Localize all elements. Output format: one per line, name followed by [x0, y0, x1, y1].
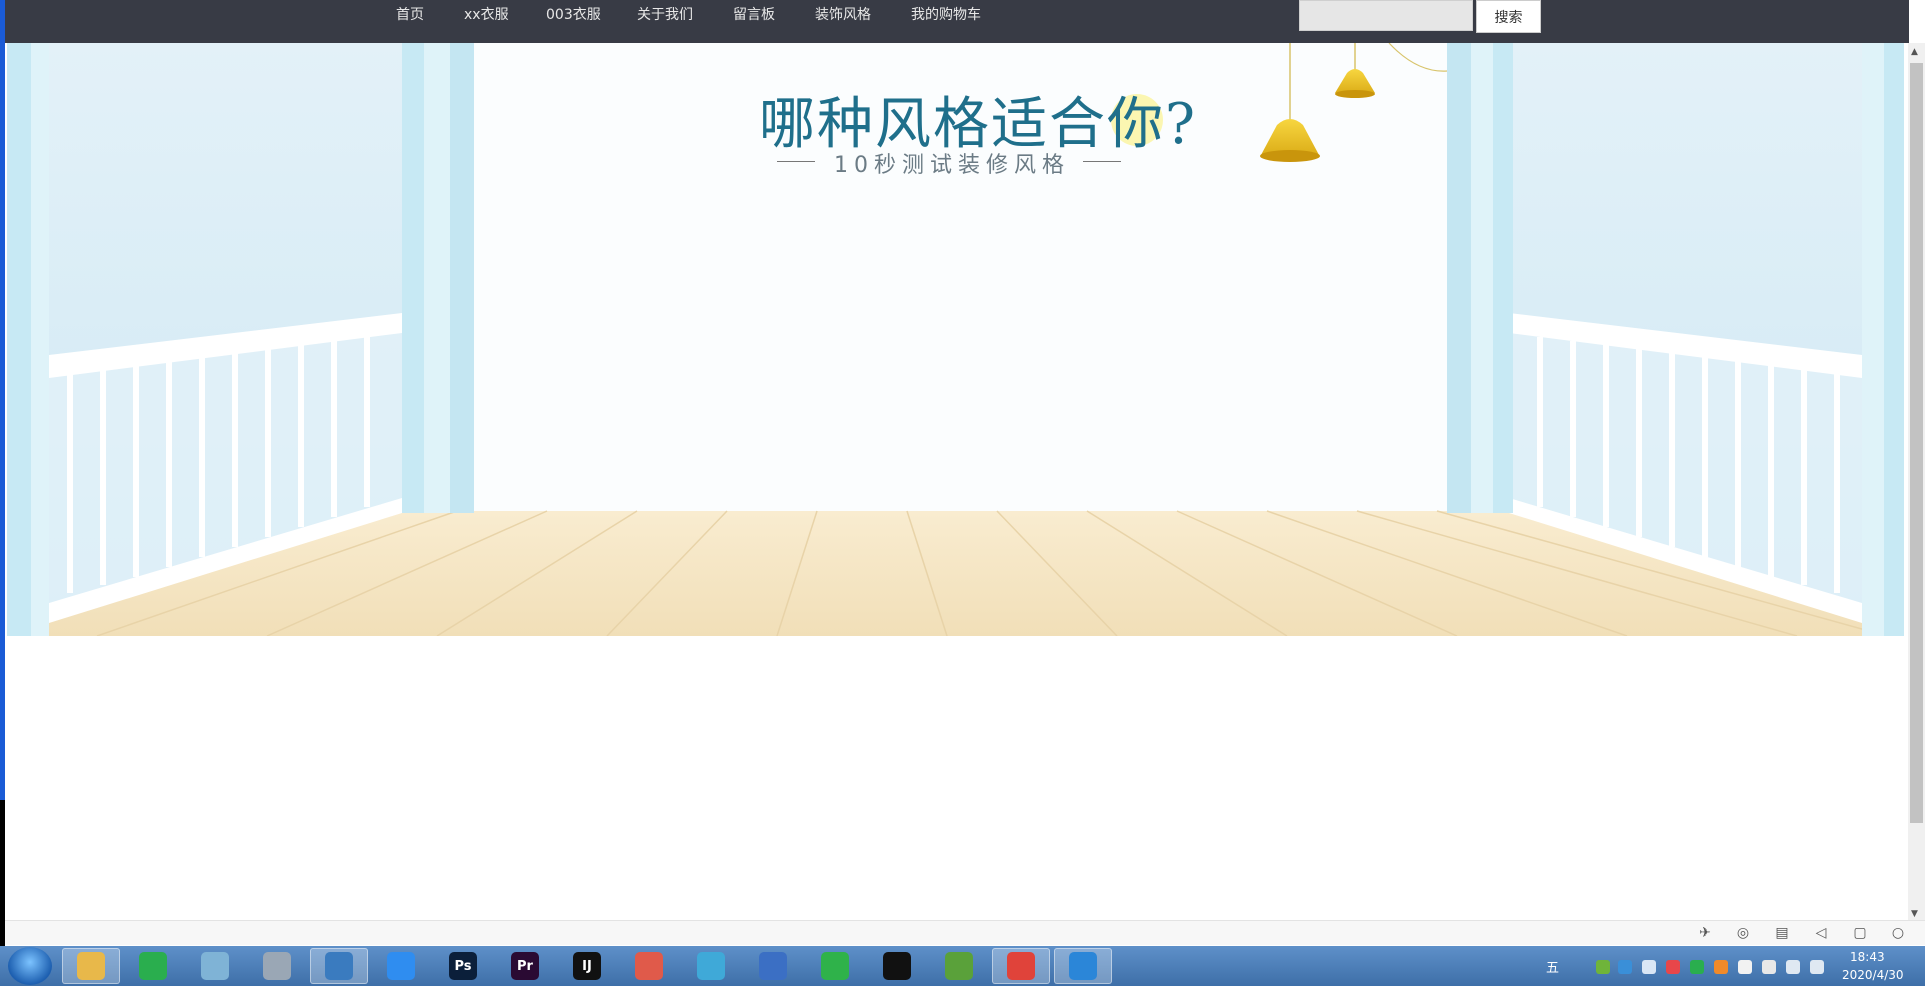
search-icon[interactable]: ○ [1889, 924, 1907, 942]
search-input[interactable] [1299, 0, 1473, 31]
trash-icon[interactable]: ▤ [1773, 924, 1791, 942]
draw-tool-icon [635, 952, 663, 980]
qq-icon [883, 952, 911, 980]
search-button[interactable]: 搜索 [1476, 0, 1541, 33]
taskbar-app-baidu-netdisk[interactable] [372, 948, 430, 984]
nav-link-about-us[interactable]: 关于我们 [637, 4, 693, 24]
nav-link-decor-style[interactable]: 装饰风格 [815, 4, 871, 24]
volume-icon[interactable]: ◁ [1812, 924, 1830, 942]
window-icon[interactable]: ▢ [1851, 924, 1869, 942]
banner-subtitle: 10秒测试装修风格 [834, 153, 1070, 178]
speed-icon[interactable]: ◎ [1734, 924, 1752, 942]
taskbar-app-premiere[interactable]: Pr [496, 948, 554, 984]
clock-time[interactable]: 18:43 [1850, 950, 1885, 964]
taskbar-app-draw-tool[interactable] [620, 948, 678, 984]
browser-bottom-toolbar: ✈ ◎ ▤ ◁ ▢ ○ [5, 920, 1925, 945]
volume-tray-icon[interactable] [1786, 960, 1800, 974]
network-tray-icon[interactable] [1810, 960, 1824, 974]
taskbar-app-network-tool[interactable] [744, 948, 802, 984]
desktop-edge [0, 0, 5, 800]
network-tool-icon [759, 952, 787, 980]
taskbar-app-photoshop[interactable]: Ps [434, 948, 492, 984]
nav-link-003-clothes[interactable]: 003衣服 [546, 4, 601, 24]
wechat-icon [139, 952, 167, 980]
vertical-scrollbar[interactable]: ▲ ▼ [1908, 43, 1925, 923]
taskbar-app-mysql-workbench[interactable] [310, 948, 368, 984]
ime-indicator[interactable]: 五 [1546, 957, 1559, 976]
calculator-icon [263, 952, 291, 980]
taskbar-app-notes[interactable] [186, 948, 244, 984]
vs-code-icon [1069, 952, 1097, 980]
nav-link-message-board[interactable]: 留言板 [733, 4, 775, 24]
subtitle-right-line [1083, 161, 1121, 162]
top-navigation-bar: 首页 xx衣服 003衣服 关于我们 留言板 装饰风格 我的购物车 搜索 [5, 0, 1909, 43]
pinwheel-app-icon [697, 952, 725, 980]
taskbar-app-calculator[interactable] [248, 948, 306, 984]
tray-app-icon[interactable] [1642, 960, 1656, 974]
scroll-up-icon[interactable]: ▲ [1911, 47, 1918, 57]
taskbar-app-spring-tool[interactable] [930, 948, 988, 984]
photoshop-icon: Ps [449, 952, 477, 980]
tray-app-icon[interactable] [1738, 960, 1752, 974]
spring-tool-icon [945, 952, 973, 980]
chrome-browser-icon [1007, 952, 1035, 980]
intellij-idea-icon: IJ [573, 952, 601, 980]
windows-taskbar: Ps Pr IJ 五 18:43 2020/4/30 [0, 946, 1925, 986]
scroll-down-icon[interactable]: ▼ [1911, 909, 1918, 919]
taskbar-app-wechat[interactable] [124, 948, 182, 984]
tray-app-icon[interactable] [1714, 960, 1728, 974]
taskbar-app-vs-code[interactable] [1054, 948, 1112, 984]
tray-app-icon[interactable] [1666, 960, 1680, 974]
style-quiz-banner[interactable]: 哪种风格适合你? 10秒测试装修风格 [7, 43, 1904, 636]
taskbar-app-chrome-browser[interactable] [992, 948, 1050, 984]
file-explorer-icon [77, 952, 105, 980]
nav-link-xx-clothes[interactable]: xx衣服 [464, 4, 509, 24]
wechat-tray-icon[interactable] [1690, 960, 1704, 974]
premiere-icon: Pr [511, 952, 539, 980]
browser-viewport: 首页 xx衣服 003衣服 关于我们 留言板 装饰风格 我的购物车 搜索 哪种风… [0, 0, 1925, 986]
notes-icon [201, 952, 229, 980]
scroll-thumb[interactable] [1910, 63, 1923, 823]
rocket-icon[interactable]: ✈ [1696, 924, 1714, 942]
mysql-workbench-icon [325, 952, 353, 980]
taskbar-app-file-explorer[interactable] [62, 948, 120, 984]
tray-app-icon[interactable] [1596, 960, 1610, 974]
tray-app-icon[interactable] [1618, 960, 1632, 974]
clock-date[interactable]: 2020/4/30 [1842, 968, 1904, 982]
nav-link-home[interactable]: 首页 [396, 4, 424, 24]
nav-link-shopping-cart[interactable]: 我的购物车 [911, 4, 981, 24]
taskbar-app-thunder[interactable] [806, 948, 864, 984]
taskbar-app-qq[interactable] [868, 948, 926, 984]
taskbar-app-pinwheel-app[interactable] [682, 948, 740, 984]
tray-app-icon[interactable] [1762, 960, 1776, 974]
start-button[interactable] [8, 947, 52, 985]
baidu-netdisk-icon [387, 952, 415, 980]
thunder-icon [821, 952, 849, 980]
taskbar-app-intellij-idea[interactable]: IJ [558, 948, 616, 984]
